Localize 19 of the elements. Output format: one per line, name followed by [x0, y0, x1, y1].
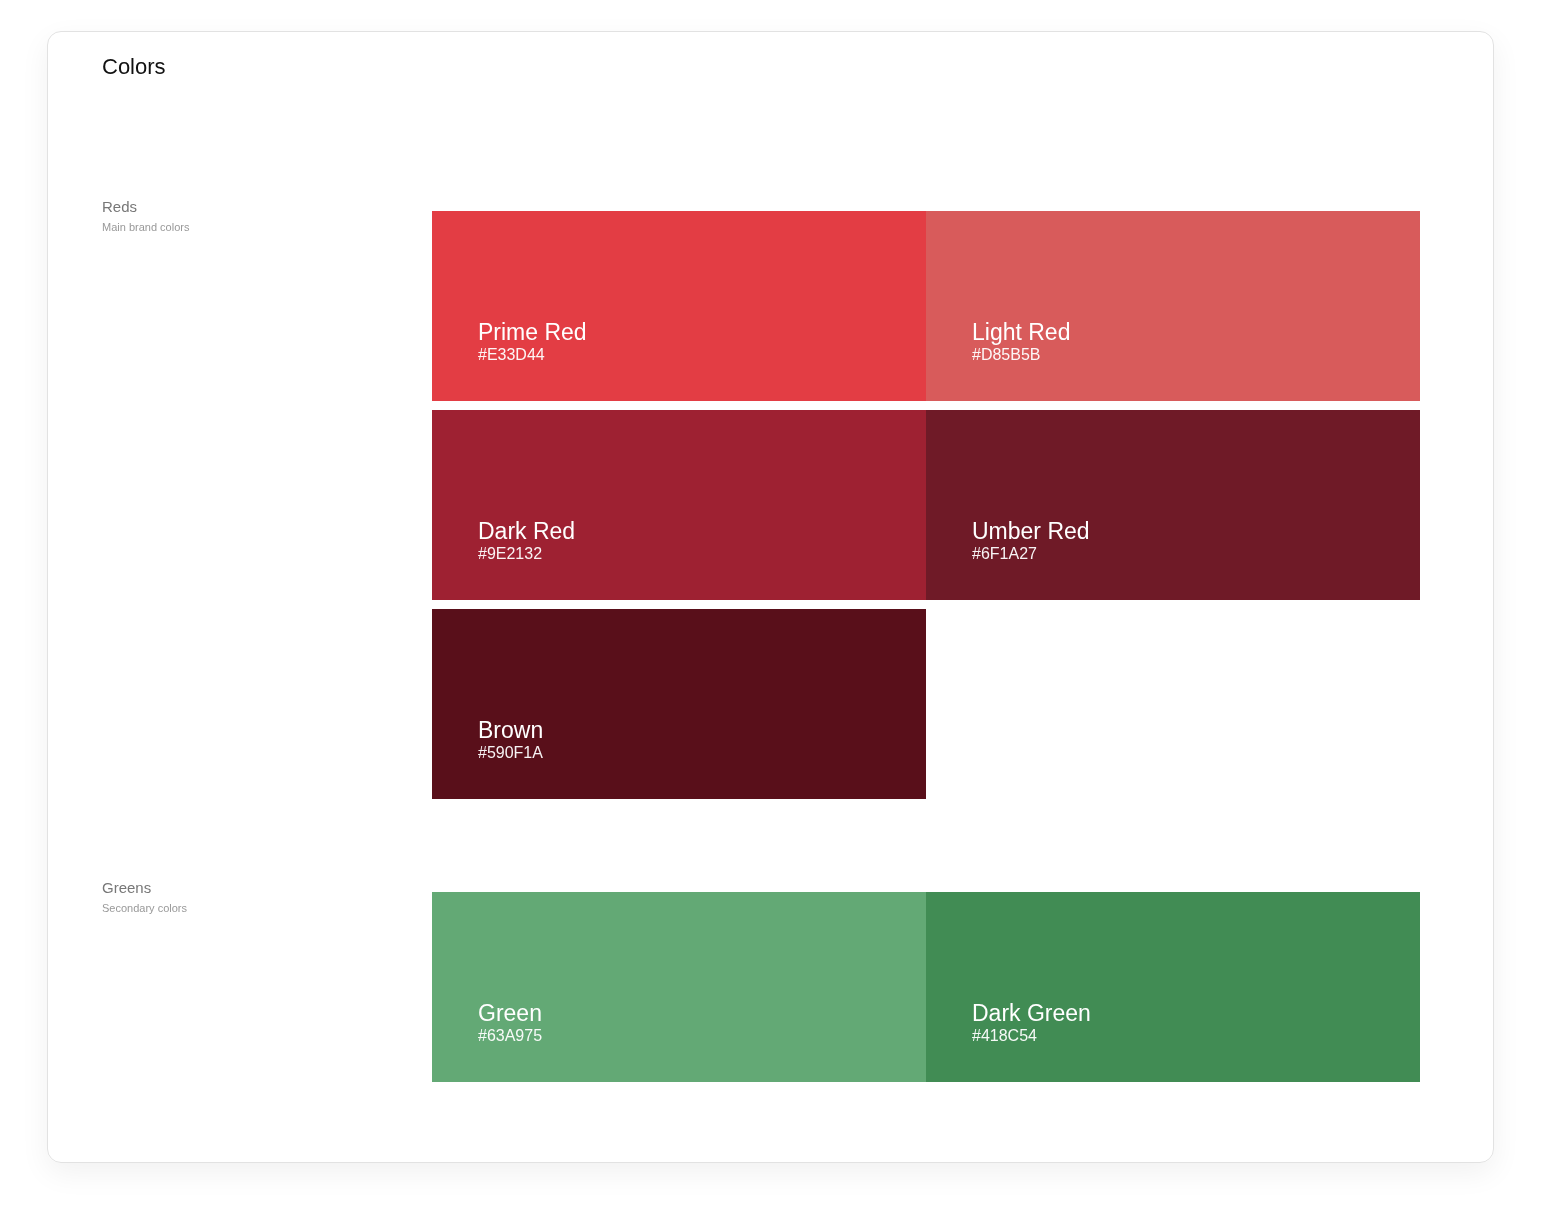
color-hex: #63A975 [478, 1026, 544, 1046]
color-hex: #6F1A27 [972, 544, 1038, 564]
color-name: Prime Red [478, 319, 588, 345]
color-hex: #D85B5B [972, 345, 1042, 365]
group-title: Reds [102, 198, 139, 216]
color-name: Dark Green [972, 1000, 1092, 1026]
page-title: Colors [102, 54, 167, 80]
color-hex: #418C54 [972, 1026, 1038, 1046]
color-name: Green [478, 1000, 543, 1026]
color-name: Brown [478, 717, 545, 743]
group-title: Greens [102, 879, 153, 897]
color-name: Dark Red [478, 518, 577, 544]
group-description: Main brand colors [102, 221, 191, 233]
color-hex: #E33D44 [478, 345, 546, 365]
color-hex: #590F1A [478, 743, 544, 763]
color-name: Umber Red [972, 518, 1091, 544]
color-name: Light Red [972, 319, 1072, 345]
group-description: Secondary colors [102, 902, 188, 914]
color-hex: #9E2132 [478, 544, 544, 564]
